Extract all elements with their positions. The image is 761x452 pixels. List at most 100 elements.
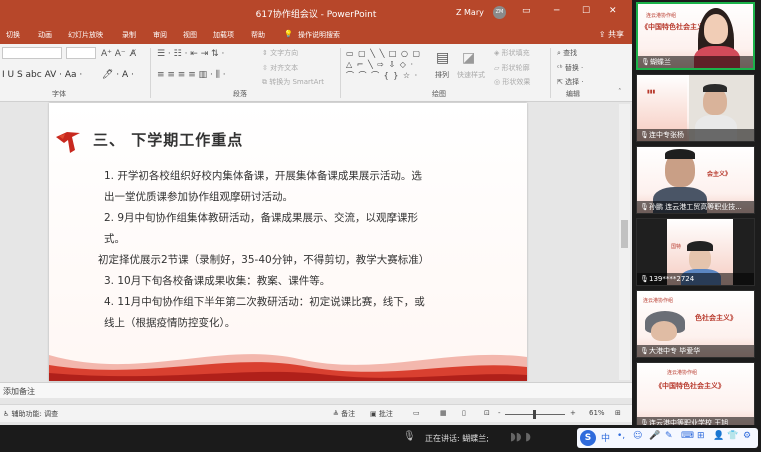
participant-name-bar: 🎙 139****2724 xyxy=(637,273,754,285)
settings-gear-icon[interactable]: ⚙ xyxy=(743,431,751,441)
zoom-out-button[interactable]: - xyxy=(498,409,501,417)
tell-me-search[interactable]: 操作说明搜索 xyxy=(298,30,340,40)
user-name[interactable]: Z Mary xyxy=(456,8,484,17)
ime-toolbar[interactable]: S 中 •, ☺ 🎤 ✎ ⌨ ⊞ 👤 👕 ⚙ xyxy=(577,428,758,448)
participant-tile[interactable]: 连云港协作组 《中国特色社会主义》 🎙 蝴蝶兰 xyxy=(636,2,755,70)
tab-transitions[interactable]: 切换 xyxy=(6,30,20,40)
participant-name-bar: 🎙 连中专张杨 xyxy=(637,129,754,141)
replace-button[interactable]: ᶜᵇ 替换 · xyxy=(557,63,583,73)
notes-toggle[interactable]: ≜ 备注 xyxy=(333,409,355,419)
title-bar: 617协作组会议 - PowerPoint Z Mary ZM ▭ ─ ☐ ✕ xyxy=(0,0,632,26)
slide-line: 1. 开学初各校组织好校内集体备课，开展集体备课成果展示活动。选 xyxy=(104,170,422,182)
tab-help[interactable]: 帮助 xyxy=(251,30,265,40)
shapes-gallery[interactable]: ▭ ▢ ╲ ╲ □ ○ ▢ △ ⌐ ╲ ⇨ ⇩ ◇ · ⌒ ⌒ ⌒ { } ☆ · xyxy=(346,48,428,84)
participant-tile[interactable]: 连云港协作组 色社会主义》 🎙 大港中专 毕爱华 xyxy=(636,290,755,358)
slide-line: 出一堂优质课参加协作组观摩研讨活动。 xyxy=(104,191,293,203)
window-title: 617协作组会议 - PowerPoint xyxy=(255,10,377,20)
font-color-icon[interactable]: 🖊 · A · xyxy=(102,70,134,80)
speaking-wave-icon: ◗◗ ◗ xyxy=(510,430,531,443)
user-icon[interactable]: 👤 xyxy=(713,431,724,441)
voice-icon[interactable]: 🎤 xyxy=(649,431,660,441)
maximize-icon[interactable]: ☐ xyxy=(582,6,590,16)
shape-outline-button[interactable]: ▱ 形状轮廓 xyxy=(494,63,530,73)
share-icon: ⇪ xyxy=(598,30,608,39)
ribbon-display-icon[interactable]: ▭ xyxy=(522,6,531,16)
fit-slide-icon[interactable]: ⊞ xyxy=(615,409,621,417)
notes-icon: ≜ xyxy=(333,410,342,418)
ime-mode-toggle[interactable]: 中 xyxy=(601,431,610,444)
powerpoint-window: 617协作组会议 - PowerPoint Z Mary ZM ▭ ─ ☐ ✕ … xyxy=(0,0,632,425)
ribbon-separator xyxy=(150,48,151,98)
select-icon: ⇱ xyxy=(557,78,566,86)
font-style-icons[interactable]: I U S abc AV · Aa · xyxy=(2,70,82,80)
clear-format-icon[interactable]: A̸ xyxy=(130,49,136,59)
shape-effects-button[interactable]: ◎ 形状效果 xyxy=(494,77,530,87)
user-avatar[interactable]: ZM xyxy=(493,6,506,19)
tile-slide-text: ▮▮▮ xyxy=(647,89,656,95)
smartart-button[interactable]: ⧉ 转换为 SmartArt xyxy=(262,77,324,87)
minimize-icon[interactable]: ─ xyxy=(554,6,559,16)
punctuation-icon[interactable]: •, xyxy=(617,431,625,441)
tile-slide-text: 连云港协作组 xyxy=(667,370,698,376)
arrange-button[interactable]: 排列 xyxy=(435,70,449,80)
editing-group-label: 编辑 xyxy=(566,90,580,98)
shape-fill-button[interactable]: ◈ 形状填充 xyxy=(494,48,530,58)
participant-tile[interactable]: ▮▮▮ 🎙 连中专张杨 xyxy=(636,74,755,142)
list-icons[interactable]: ☰ · ☷ · ⇤ ⇥ ⇅ · xyxy=(157,49,224,59)
participant-tile[interactable]: 国特 🎙 139****2724 xyxy=(636,218,755,286)
align-icons[interactable]: ≡ ≡ ≡ ≡ ▥ · ⫼ · xyxy=(157,70,226,80)
tab-slideshow[interactable]: 幻灯片放映 xyxy=(68,30,103,40)
share-button[interactable]: ⇪ 共享 xyxy=(599,29,624,40)
tab-review[interactable]: 审阅 xyxy=(153,30,167,40)
normal-view-icon[interactable]: ▭ xyxy=(413,409,420,417)
font-name-box[interactable] xyxy=(2,47,62,59)
participant-tile[interactable]: 会主义》 🎙 孙鹏 连云港工贸高等职业技... xyxy=(636,146,755,214)
close-icon[interactable]: ✕ xyxy=(609,6,617,16)
slideshow-view-icon[interactable]: ⊡ xyxy=(484,409,490,417)
scrollbar-thumb[interactable] xyxy=(621,220,628,248)
reading-view-icon[interactable]: ▯ xyxy=(462,409,466,417)
arrange-icon[interactable]: ▤ xyxy=(436,50,449,66)
zoom-slider-handle[interactable] xyxy=(533,410,536,419)
speaking-indicator: 正在讲话: 蝴蝶兰; xyxy=(425,434,489,443)
quick-styles-icon[interactable]: ◪ xyxy=(462,50,475,66)
handwriting-icon[interactable]: ✎ xyxy=(665,431,673,441)
tile-slide-text: 会主义》 xyxy=(707,171,732,178)
collapse-ribbon-icon[interactable]: ˆ xyxy=(618,88,622,96)
skin-icon[interactable]: 👕 xyxy=(727,431,738,441)
sogou-ime-logo[interactable]: S xyxy=(580,430,596,446)
slide-canvas[interactable]: 三、 下学期工作重点 1. 开学初各校组织好校内集体备课，开展集体备课成果展示活… xyxy=(49,103,527,381)
participant-face xyxy=(651,321,677,341)
zoom-in-button[interactable]: + xyxy=(570,409,576,417)
slide-line: 2. 9月中旬协作组集体教研活动，备课成果展示、交流，以观摩课形 xyxy=(104,212,419,224)
font-size-box[interactable] xyxy=(66,47,96,59)
keyboard-icon[interactable]: ⌨ xyxy=(681,431,694,441)
tab-view[interactable]: 视图 xyxy=(183,30,197,40)
vertical-scrollbar[interactable] xyxy=(619,104,630,380)
zoom-level[interactable]: 61% xyxy=(589,409,605,417)
tab-record[interactable]: 录制 xyxy=(122,30,136,40)
mic-icon: 🎙 xyxy=(640,347,649,355)
quick-styles-button[interactable]: 快速样式 xyxy=(457,70,485,80)
participant-hair xyxy=(703,84,727,92)
participant-tile[interactable]: 连云港协作组 《中国特色社会主义》 🎙 连云港中等职业学校 王旭 xyxy=(636,362,755,430)
text-direction-button[interactable]: ⇕ 文字方向 xyxy=(262,48,298,58)
select-button[interactable]: ⇱ 选择 · xyxy=(557,77,584,87)
comments-toggle[interactable]: ▣ 批注 xyxy=(370,409,393,419)
emoji-icon[interactable]: ☺ xyxy=(633,431,642,441)
participant-name-bar: 🎙 蝴蝶兰 xyxy=(638,56,753,68)
paragraph-group-label: 段落 xyxy=(233,90,247,98)
notes-pane[interactable]: 添加备注 xyxy=(0,382,632,398)
participant-name-bar: 🎙 孙鹏 连云港工贸高等职业技... xyxy=(637,201,754,213)
tools-icon[interactable]: ⊞ xyxy=(697,431,705,441)
sorter-view-icon[interactable]: ▦ xyxy=(440,409,447,417)
replace-icon: ᶜᵇ xyxy=(557,64,565,72)
tab-animations[interactable]: 动画 xyxy=(38,30,52,40)
accessibility-status[interactable]: ♿ 辅助功能: 调查 xyxy=(3,409,58,419)
tab-addins[interactable]: 加载项 xyxy=(213,30,234,40)
find-button[interactable]: ⌕ 查找 xyxy=(557,48,577,58)
ribbon-tab-bar: 切换 动画 幻灯片放映 录制 审阅 视图 加载项 帮助 💡 操作说明搜索 ⇪ 共… xyxy=(0,26,632,44)
tile-slide-text: 色社会主义》 xyxy=(695,314,737,322)
grow-font-icon[interactable]: A⁺ A⁻ xyxy=(101,49,126,59)
align-text-button[interactable]: ⇳ 对齐文本 xyxy=(262,63,298,73)
